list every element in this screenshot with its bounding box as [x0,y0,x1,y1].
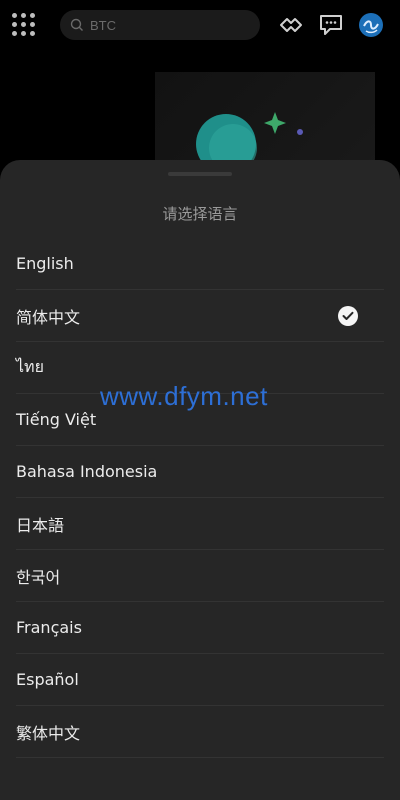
handshake-icon[interactable] [278,12,304,38]
language-option-spanish[interactable]: Español [16,654,384,706]
app-screen: BTC 请选择语言 English 简体中文 ไทย Tiếng Việt Ba… [0,0,400,800]
language-list: English 简体中文 ไทย Tiếng Việt Bahasa Indon… [0,238,400,758]
language-label: Bahasa Indonesia [16,462,158,481]
watermark-text: www.dfym.net [100,381,268,411]
language-label: ไทย [16,357,44,376]
search-input[interactable]: BTC [60,10,260,40]
language-option-french[interactable]: Français [16,602,384,654]
language-option-korean[interactable]: 한국어 [16,550,384,602]
language-label: 简体中文 [16,307,81,327]
language-label: 한국어 [16,567,61,587]
avatar[interactable] [358,12,384,38]
language-label: Tiếng Việt [16,410,97,429]
language-option-indonesian[interactable]: Bahasa Indonesia [16,446,384,498]
search-icon [70,18,83,31]
language-label: 繁体中文 [16,723,81,743]
language-option-simplified-chinese[interactable]: 简体中文 [16,290,384,342]
language-option-english[interactable]: English [16,238,384,290]
top-bar: BTC [0,0,400,50]
checkmark-icon [338,305,358,326]
search-placeholder: BTC [90,17,116,33]
language-label: Español [16,670,79,689]
apps-grid-icon[interactable] [12,13,36,37]
sheet-drag-handle[interactable] [168,172,232,176]
language-option-traditional-chinese[interactable]: 繁体中文 [16,706,384,758]
sheet-title: 请选择语言 [162,205,238,223]
language-option-japanese[interactable]: 日本語 [16,498,384,550]
language-label: English [16,254,74,273]
language-sheet: 请选择语言 English 简体中文 ไทย Tiếng Việt Bahasa… [0,160,400,800]
chat-icon[interactable] [318,12,344,38]
language-label: Français [16,618,82,637]
language-label: 日本語 [16,515,65,535]
